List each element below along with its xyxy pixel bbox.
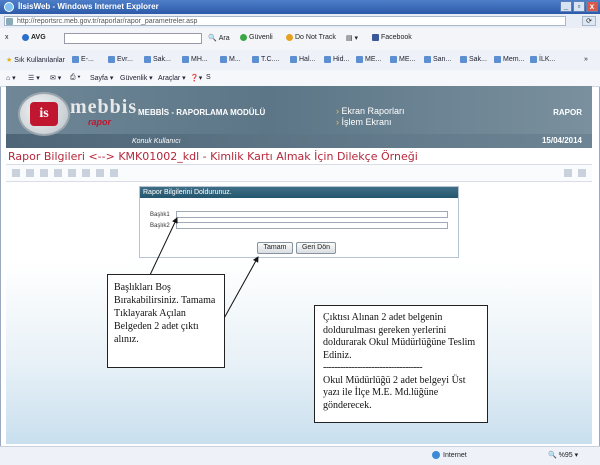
callout-arrows	[149, 217, 259, 341]
callout2-text-1: Çıktısı Alınan 2 adet belgenin doldurulm…	[323, 312, 476, 361]
instruction-callout-2: Çıktısı Alınan 2 adet belgenin doldurulm…	[314, 305, 488, 423]
globe-icon	[432, 451, 440, 459]
zone-indicator: Internet	[432, 451, 467, 459]
callout2-separator: -----------------------------------	[323, 362, 423, 373]
arrow-to-fields	[149, 217, 178, 276]
zoom-control[interactable]: 🔍 %95 ▾	[548, 451, 578, 459]
status-bar: Internet 🔍 %95 ▾	[0, 446, 600, 465]
instruction-callout-1: Başlıkları Boş Bırakabilirsiniz. Tamama …	[107, 274, 225, 368]
callout2-text-2: Okul Müdürlüğü 2 adet belgeyi Üst yazı i…	[323, 374, 466, 411]
